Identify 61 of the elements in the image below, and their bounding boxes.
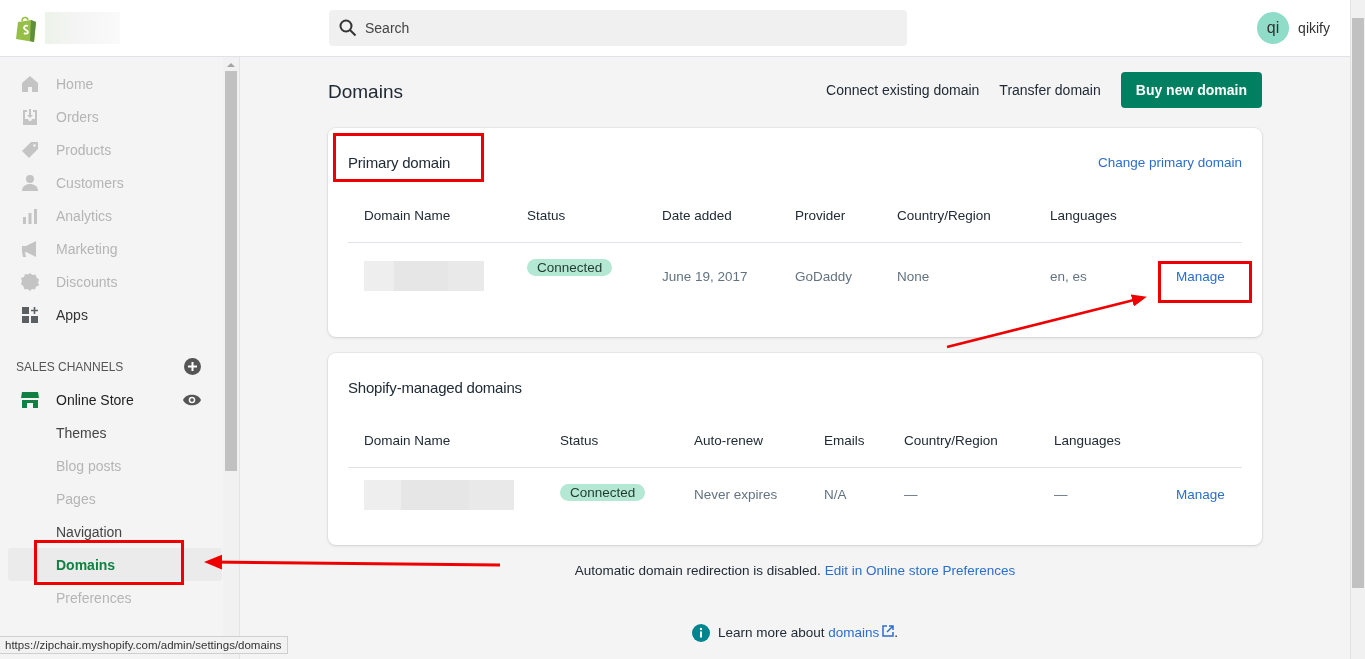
card-title: Primary domain <box>348 153 451 171</box>
change-link[interactable]: Change primary domain <box>1097 154 1242 170</box>
redirect-note: Automatic domain redirection is disabled. Edit in Online store Preferences <box>573 563 1017 578</box>
status-badge: Connected <box>527 259 613 276</box>
nav-subitem[interactable]: Navigation <box>8 515 222 548</box>
column-header: Status <box>544 433 678 468</box>
page-scrollbar[interactable] <box>1350 0 1365 659</box>
status-url: https://zipchair.myshopify.com/admin/settings/domains <box>0 636 288 654</box>
column-header: Status <box>511 208 646 243</box>
preferences-link[interactable]: Edit in Online store Preferences <box>824 563 1016 578</box>
user-avatar[interactable]: qi <box>1257 12 1290 44</box>
search-icon <box>339 19 357 37</box>
tag-icon <box>20 139 40 160</box>
column-header: Domain Name <box>348 433 544 468</box>
scrollbar-thumb[interactable] <box>225 71 237 471</box>
eye-icon[interactable] <box>183 393 201 406</box>
nav-label[interactable]: Apps <box>56 306 88 323</box>
nav-subitem[interactable]: Themes <box>8 416 222 449</box>
table-cell: GoDaddy <box>795 268 853 284</box>
manage-link[interactable]: Manage <box>1176 268 1225 284</box>
action-button[interactable]: Transfer domain <box>999 82 1101 98</box>
storefront-icon <box>20 389 40 410</box>
column-header: Auto-renew <box>678 433 808 468</box>
person-icon <box>20 172 40 193</box>
user-name[interactable]: qikify <box>1298 20 1330 36</box>
orders-icon <box>20 106 40 127</box>
page-title: Domains <box>328 81 404 103</box>
column-header: Country/Region <box>881 208 1034 243</box>
column-header: Domain Name <box>348 208 511 243</box>
card-title: Shopify-managed domains <box>348 378 522 396</box>
column-header: Date added <box>646 208 779 243</box>
table-cell: — <box>904 487 918 502</box>
column-header: Languages <box>1038 433 1147 468</box>
table-cell: — <box>1054 487 1068 502</box>
info-icon <box>691 623 710 642</box>
manage-link[interactable]: Manage <box>1176 487 1225 502</box>
status-badge: Connected <box>560 484 646 501</box>
table-cell: None <box>897 268 930 284</box>
home-icon <box>20 73 40 94</box>
table-cell: en, es <box>1050 268 1087 284</box>
external-link-icon <box>882 625 895 637</box>
nav-label[interactable]: Online Store <box>56 391 134 408</box>
shopping-bag-logo[interactable] <box>15 14 39 42</box>
search-field[interactable]: Search <box>329 10 907 46</box>
table-cell: N/A <box>824 487 847 502</box>
table-cell: June 19, 2017 <box>662 268 748 284</box>
buy-domain-button[interactable]: Buy new domain <box>1120 72 1262 108</box>
column-header: Country/Region <box>888 433 1038 468</box>
nav-subitem[interactable]: Domains <box>8 548 222 581</box>
scrollbar-thumb[interactable] <box>1352 18 1364 588</box>
column-header: Provider <box>779 208 881 243</box>
domains-link[interactable]: domains <box>828 625 895 640</box>
add-circle-icon[interactable] <box>184 358 201 375</box>
column-header: Emails <box>808 433 888 468</box>
apps-icon <box>20 304 40 325</box>
discount-icon <box>20 271 40 292</box>
learn-more-text: Learn more about domains . <box>717 625 899 640</box>
action-button[interactable]: Connect existing domain <box>826 82 980 98</box>
column-header: Languages <box>1034 208 1147 243</box>
section-heading: SALES CHANNELS <box>16 359 124 374</box>
table-cell: Never expires <box>694 487 778 502</box>
